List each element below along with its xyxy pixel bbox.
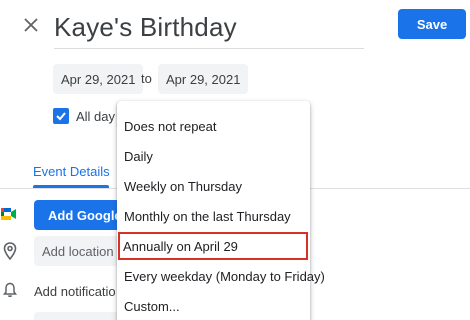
date-to-label: to — [141, 71, 152, 86]
all-day-checkbox[interactable] — [53, 108, 69, 124]
menu-item-does-not-repeat[interactable]: Does not repeat — [117, 111, 310, 141]
tab-event-details[interactable]: Event Details — [33, 164, 110, 179]
menu-item-every-weekday[interactable]: Every weekday (Monday to Friday) — [117, 261, 325, 291]
bell-icon — [3, 282, 17, 298]
google-meet-icon — [0, 205, 18, 223]
end-date-field[interactable]: Apr 29, 2021 — [158, 64, 249, 94]
event-title[interactable]: Kaye's Birthday — [54, 12, 237, 43]
repeat-menu: Does not repeat Daily Weekly on Thursday… — [117, 101, 325, 320]
menu-item-annually[interactable]: Annually on April 29 — [117, 231, 309, 261]
menu-item-custom[interactable]: Custom... — [117, 291, 310, 320]
menu-item-weekly[interactable]: Weekly on Thursday — [117, 171, 310, 201]
checkbox-check-icon — [56, 112, 66, 121]
all-day-label: All day — [76, 109, 116, 124]
title-underline — [54, 48, 364, 49]
location-pin-icon — [3, 242, 17, 261]
save-button[interactable]: Save — [398, 9, 466, 39]
add-notification-button[interactable]: Add notificatio — [34, 284, 116, 299]
menu-item-monthly[interactable]: Monthly on the last Thursday — [117, 201, 310, 231]
menu-item-daily[interactable]: Daily — [117, 141, 310, 171]
close-icon — [24, 18, 38, 32]
notification-chip[interactable] — [34, 312, 124, 320]
start-date-field[interactable]: Apr 29, 2021 — [53, 64, 144, 94]
close-button[interactable] — [18, 12, 44, 38]
